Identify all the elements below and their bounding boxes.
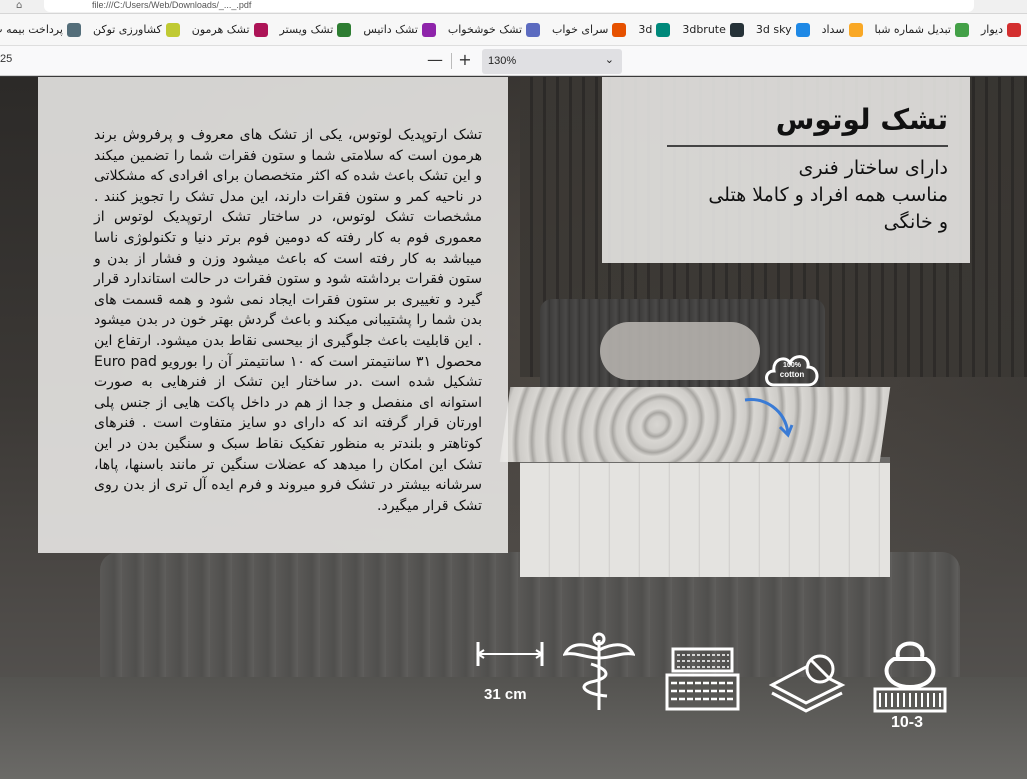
product-subtitle: دارای ساختار فنری مناسب همه افراد و کامل… <box>622 155 948 236</box>
pillow <box>600 322 760 380</box>
comfort-arrow-icon <box>744 398 794 438</box>
bookmark-item[interactable]: 3dbrute <box>682 22 744 37</box>
3dbrute-icon <box>729 22 744 37</box>
sadad-icon <box>848 22 863 37</box>
bookmark-item[interactable]: سرای خواب <box>552 22 627 37</box>
bookmark-item[interactable]: تشک خوشخواب <box>447 22 541 37</box>
zoom-in-button[interactable]: + <box>453 51 477 71</box>
bookmarks-bar: دیوار تبدیل شماره شبا سداد 3d sky 3dbrute 3d س… <box>0 14 1027 46</box>
zoom-value: 130% <box>488 55 517 67</box>
bookmark-item[interactable]: تبدیل شماره شبا <box>874 22 969 37</box>
bookmark-label: تشک خوشخواب <box>447 23 523 36</box>
bookmark-item[interactable]: دیوار <box>980 22 1021 37</box>
bookmark-label: پرداخت بیمه ت <box>0 23 63 36</box>
toolbar-divider <box>451 53 452 69</box>
page-number[interactable]: 25 <box>0 53 12 65</box>
3d-icon <box>656 22 671 37</box>
bookmark-label: 3d <box>638 23 653 36</box>
bookmark-label: تشک ویستر <box>279 23 334 36</box>
mattress-top <box>499 387 891 462</box>
divar-icon <box>1007 22 1021 37</box>
bookmark-item[interactable]: تشک داتیس <box>363 22 436 37</box>
datis-icon <box>421 22 436 37</box>
product-title: تشک لوتوس <box>775 103 948 136</box>
bookmark-item[interactable]: تشک ویستر <box>279 22 352 37</box>
bookmark-item[interactable]: کشاورزی توکن <box>92 22 180 37</box>
moon-icon <box>612 22 627 37</box>
bookmark-item[interactable]: تشک هرمون <box>191 22 268 37</box>
title-divider <box>667 145 948 147</box>
pdf-toolbar: 25 — + 130% ⌄ <box>0 46 1027 76</box>
height-ruler-icon <box>476 642 544 666</box>
pdf-page: تشک ارتوپدیک لوتوس، یکی از تشک های معروف… <box>0 77 1027 779</box>
bookmark-label: 3dbrute <box>682 23 726 36</box>
bookmark-item[interactable]: سداد <box>821 22 863 37</box>
address-bar[interactable]: ⌂ file:///C:/Users/Web/Downloads/_..._.p… <box>0 0 1027 14</box>
bookmark-label: سداد <box>821 23 845 36</box>
caduceus-icon <box>563 632 635 710</box>
anti-bacterial-layers-icon <box>768 654 846 713</box>
cotton-badge-icon: 100% cotton <box>765 355 819 387</box>
hermon-icon <box>253 22 268 37</box>
bookmark-label: تبدیل شماره شبا <box>874 23 951 36</box>
zoom-out-button[interactable]: — <box>423 51 447 71</box>
cotton-percent: 100% <box>783 362 802 369</box>
insurance-icon <box>66 22 81 37</box>
bookmark-label: تشک هرمون <box>191 23 250 36</box>
bookmark-label: 3d sky <box>755 23 792 36</box>
zoom-select[interactable]: 130% ⌄ <box>482 49 622 74</box>
sheba-icon <box>954 22 969 37</box>
cotton-word: cotton <box>780 370 805 379</box>
weight-label: 10-3 <box>891 714 924 731</box>
spring-layers-icon <box>665 647 740 711</box>
bookmark-item[interactable]: 3d sky <box>755 22 810 37</box>
bookmark-label: کشاورزی توکن <box>92 23 162 36</box>
lock-icon: ⌂ <box>16 0 23 11</box>
bookmark-label: سرای خواب <box>552 23 609 36</box>
chevron-down-icon: ⌄ <box>604 54 614 66</box>
token-icon <box>165 22 180 37</box>
weight-kettlebell-icon <box>873 641 947 713</box>
subtitle-line: مناسب همه افراد و کاملا هتلی <box>708 184 948 206</box>
bookmark-item[interactable]: پرداخت بیمه ت <box>0 22 81 37</box>
bookmark-label: تشک داتیس <box>363 23 418 36</box>
product-description: تشک ارتوپدیک لوتوس، یکی از تشک های معروف… <box>94 127 482 514</box>
bookmark-label: دیوار <box>980 23 1003 36</box>
3dsky-icon <box>795 22 810 37</box>
bookmark-item[interactable]: 3d <box>638 22 671 37</box>
subtitle-line: و خانگی <box>883 211 948 233</box>
wister-icon <box>337 22 352 37</box>
subtitle-line: دارای ساختار فنری <box>798 157 948 179</box>
mattress-side <box>520 457 890 577</box>
url-field[interactable]: file:///C:/Users/Web/Downloads/_..._.pdf <box>44 0 974 12</box>
khoshkhab-icon <box>526 22 541 37</box>
height-label: 31 cm <box>484 686 527 703</box>
